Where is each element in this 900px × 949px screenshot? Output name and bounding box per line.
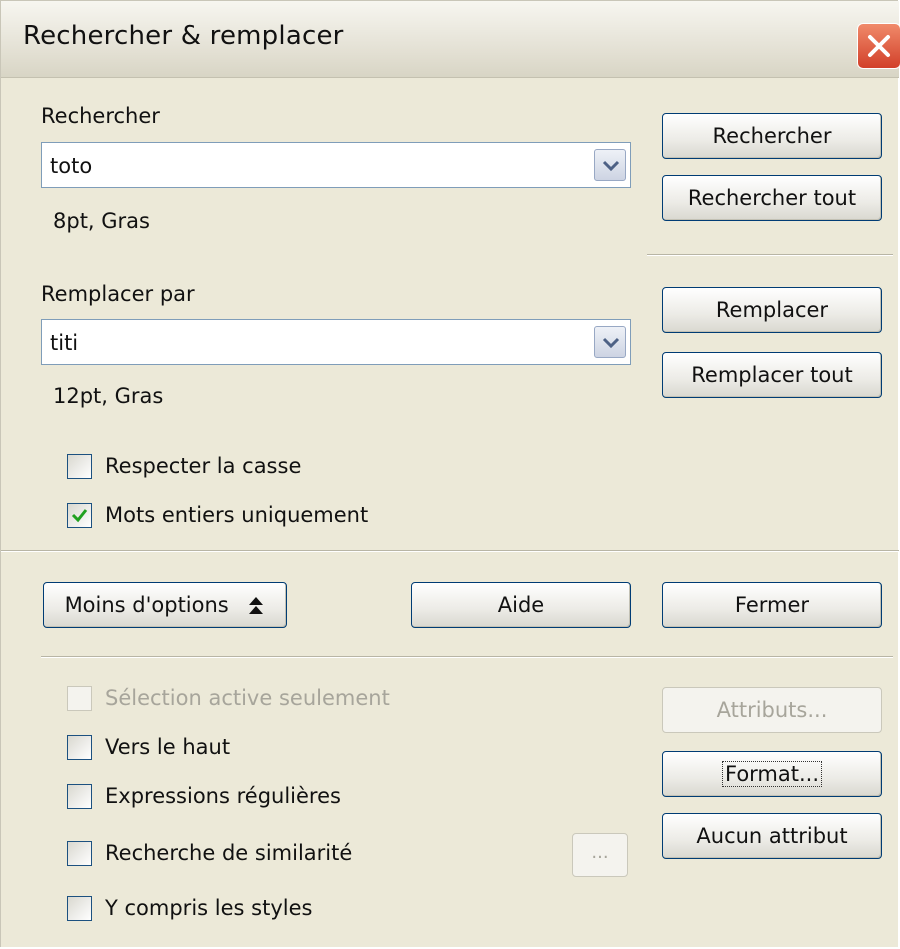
format-button[interactable]: Format...	[662, 751, 882, 797]
current-selection-label: Sélection active seulement	[105, 686, 390, 710]
fewer-options-button[interactable]: Moins d'options	[43, 582, 287, 628]
find-replace-dialog: Rechercher & remplacer Rechercher toto 8…	[0, 0, 900, 947]
similarity-settings-button[interactable]: ...	[572, 833, 628, 877]
divider	[1, 550, 899, 552]
replace-input[interactable]: titi	[50, 331, 78, 355]
backwards-checkbox[interactable]	[67, 735, 92, 760]
double-chevron-up-icon	[249, 597, 264, 614]
replace-dropdown-button[interactable]	[594, 326, 626, 358]
search-all-button[interactable]: Rechercher tout	[662, 175, 882, 221]
regex-label: Expressions régulières	[105, 784, 341, 808]
replace-format-info: 12pt, Gras	[53, 384, 164, 408]
divider	[41, 656, 893, 658]
replace-combobox[interactable]: titi	[41, 319, 631, 365]
styles-label: Y compris les styles	[105, 896, 313, 920]
help-button[interactable]: Aide	[411, 582, 631, 628]
format-label: Format...	[721, 761, 823, 787]
title-bar[interactable]: Rechercher & remplacer	[1, 1, 900, 78]
similarity-checkbox[interactable]	[67, 841, 92, 866]
replace-label: Remplacer par	[41, 282, 195, 306]
fewer-options-label: Moins d'options	[64, 593, 229, 617]
search-combobox[interactable]: toto	[41, 142, 631, 188]
search-dropdown-button[interactable]	[594, 149, 626, 181]
close-button[interactable]: Fermer	[662, 582, 882, 628]
search-label: Rechercher	[41, 104, 160, 128]
backwards-label: Vers le haut	[105, 735, 231, 759]
regex-checkbox[interactable]	[67, 784, 92, 809]
chevron-down-icon	[602, 160, 620, 172]
similarity-label: Recherche de similarité	[105, 841, 353, 865]
search-input[interactable]: toto	[50, 154, 92, 178]
close-window-button[interactable]	[857, 23, 900, 69]
replace-button[interactable]: Remplacer	[662, 287, 882, 333]
match-case-checkbox[interactable]	[67, 454, 92, 479]
chevron-down-icon	[602, 337, 620, 349]
whole-words-checkbox[interactable]	[67, 503, 92, 528]
divider	[647, 254, 893, 256]
search-format-info: 8pt, Gras	[53, 209, 150, 233]
whole-words-label: Mots entiers uniquement	[105, 503, 369, 527]
replace-all-button[interactable]: Remplacer tout	[662, 352, 882, 398]
checkmark-icon	[71, 509, 88, 523]
search-button[interactable]: Rechercher	[662, 113, 882, 159]
dialog-title: Rechercher & remplacer	[23, 21, 344, 51]
styles-checkbox[interactable]	[67, 896, 92, 921]
attributes-button[interactable]: Attributs...	[662, 687, 882, 733]
match-case-label: Respecter la casse	[105, 454, 302, 478]
close-icon	[868, 35, 890, 57]
no-attribute-button[interactable]: Aucun attribut	[662, 813, 882, 859]
current-selection-checkbox[interactable]	[67, 686, 92, 711]
